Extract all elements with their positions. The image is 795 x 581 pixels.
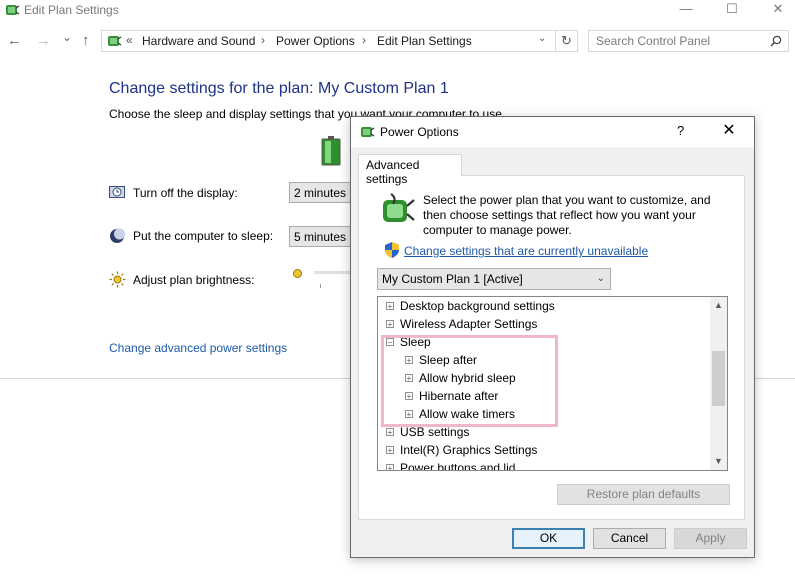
minimize-button[interactable]: — xyxy=(663,0,709,20)
expand-icon[interactable]: + xyxy=(386,427,394,436)
window-titlebar: Edit Plan Settings — ☐ ✕ xyxy=(0,0,795,22)
refresh-button[interactable]: ↻ xyxy=(556,30,578,52)
tree-item[interactable]: + Intel(R) Graphics Settings xyxy=(386,441,537,459)
forward-arrow-icon[interactable]: → xyxy=(36,32,51,49)
collapse-icon[interactable]: − xyxy=(386,337,394,346)
sleep-moon-icon xyxy=(109,228,125,247)
tree-item-label: Power buttons and lid xyxy=(400,461,516,471)
address-dropdown-chevron-icon[interactable]: ⌄ xyxy=(538,33,546,44)
search-icon[interactable] xyxy=(770,35,782,50)
window-title: Edit Plan Settings xyxy=(24,3,119,17)
brightness-label: Adjust plan brightness: xyxy=(133,273,255,287)
breadcrumb-separator: › xyxy=(261,33,265,47)
cancel-button[interactable]: Cancel xyxy=(593,528,666,549)
display-timer-icon xyxy=(109,184,126,204)
tree-item[interactable]: − Sleep xyxy=(386,333,431,351)
scroll-up-button[interactable]: ▲ xyxy=(710,297,727,314)
ok-button[interactable]: OK xyxy=(512,528,585,549)
expand-icon[interactable]: + xyxy=(405,355,413,364)
expand-icon[interactable]: + xyxy=(405,409,413,418)
power-options-dialog: Power Options ? ✕ Advanced settings Sele… xyxy=(350,116,755,558)
scroll-thumb[interactable] xyxy=(712,351,725,406)
breadcrumb-separator: › xyxy=(362,33,366,47)
expand-icon[interactable]: + xyxy=(405,373,413,382)
tab-advanced-settings[interactable]: Advanced settings xyxy=(358,154,462,186)
tree-item[interactable]: + Allow wake timers xyxy=(405,405,515,423)
change-unavailable-settings-link[interactable]: Change settings that are currently unava… xyxy=(404,244,648,258)
tree-item[interactable]: + Sleep after xyxy=(405,351,477,369)
control-panel-icon xyxy=(4,2,20,21)
expand-icon[interactable]: + xyxy=(386,319,394,328)
display-timeout-label: Turn off the display: xyxy=(133,186,238,200)
battery-icon xyxy=(321,136,341,169)
sleep-timeout-label: Put the computer to sleep: xyxy=(133,229,274,243)
brightness-low-icon xyxy=(292,268,303,282)
tree-item-label: Sleep after xyxy=(419,353,478,367)
tree-item-label: Wireless Adapter Settings xyxy=(400,317,538,331)
tree-item[interactable]: + Power buttons and lid xyxy=(386,459,516,471)
help-button[interactable]: ? xyxy=(677,123,684,138)
window-close-button[interactable]: ✕ xyxy=(755,0,795,20)
expand-icon[interactable]: + xyxy=(386,445,394,454)
chevron-down-icon: ⌄ xyxy=(596,273,605,284)
uac-shield-icon xyxy=(385,242,399,261)
tree-item[interactable]: + Desktop background settings xyxy=(386,297,555,315)
advanced-settings-panel: Select the power plan that you want to c… xyxy=(358,175,745,520)
sleep-timeout-select[interactable]: 5 minutes xyxy=(289,226,353,247)
tree-item-label: USB settings xyxy=(400,425,470,439)
breadcrumb-edit-plan-settings[interactable]: Edit Plan Settings xyxy=(377,34,472,48)
up-arrow-icon[interactable]: ↑ xyxy=(82,32,90,49)
tree-item-label: Intel(R) Graphics Settings xyxy=(400,443,538,457)
search-box[interactable] xyxy=(588,30,789,52)
recent-locations-chevron-icon[interactable]: ⌄ xyxy=(62,30,72,44)
brightness-slider-tick xyxy=(320,284,321,288)
scroll-down-button[interactable]: ▼ xyxy=(710,453,727,470)
breadcrumb-overflow[interactable]: « xyxy=(126,33,133,47)
tree-item-label: Hibernate after xyxy=(419,389,499,403)
breadcrumb-hardware-and-sound[interactable]: Hardware and Sound xyxy=(142,34,255,48)
breadcrumb-power-options[interactable]: Power Options xyxy=(276,34,355,48)
tree-item[interactable]: + Hibernate after xyxy=(405,387,498,405)
maximize-button[interactable]: ☐ xyxy=(709,0,755,20)
tree-item-label: Allow wake timers xyxy=(419,407,516,421)
control-panel-small-icon xyxy=(106,33,122,52)
expand-icon[interactable]: + xyxy=(386,463,394,470)
tree-item-label: Desktop background settings xyxy=(400,299,555,313)
tree-scrollbar[interactable]: ▲ ▼ xyxy=(710,297,727,470)
change-advanced-power-settings-link[interactable]: Change advanced power settings xyxy=(109,341,287,355)
display-timeout-select[interactable]: 2 minutes xyxy=(289,182,353,203)
search-input[interactable] xyxy=(589,31,764,51)
dialog-close-button[interactable]: ✕ xyxy=(713,120,745,142)
tree-item-label: Sleep xyxy=(400,335,431,349)
power-plug-icon xyxy=(381,192,415,229)
dialog-description: Select the power plan that you want to c… xyxy=(423,193,711,237)
back-arrow-icon[interactable]: ← xyxy=(7,32,22,49)
dialog-titlebar: Power Options ? ✕ xyxy=(351,117,754,147)
tree-item-label: Allow hybrid sleep xyxy=(419,371,516,385)
page-title: Change settings for the plan: My Custom … xyxy=(109,80,449,97)
power-options-icon xyxy=(359,124,375,143)
dialog-title: Power Options xyxy=(380,125,459,139)
brightness-sun-icon xyxy=(109,271,126,291)
restore-plan-defaults-button[interactable]: Restore plan defaults xyxy=(557,484,730,505)
settings-tree[interactable]: + Power buttons and lid + Intel(R) Graphics… xyxy=(377,296,728,471)
tree-item[interactable]: + Wireless Adapter Settings xyxy=(386,315,537,333)
plan-select-value: My Custom Plan 1 [Active] xyxy=(382,272,523,286)
tree-item[interactable]: + USB settings xyxy=(386,423,469,441)
plan-select[interactable]: My Custom Plan 1 [Active] ⌄ xyxy=(377,268,611,290)
apply-button[interactable]: Apply xyxy=(674,528,747,549)
brightness-slider[interactable] xyxy=(314,271,354,274)
tree-item[interactable]: + Allow hybrid sleep xyxy=(405,369,516,387)
expand-icon[interactable]: + xyxy=(386,301,394,310)
address-bar[interactable]: « Hardware and Sound › Power Options › E… xyxy=(101,30,556,52)
expand-icon[interactable]: + xyxy=(405,391,413,400)
